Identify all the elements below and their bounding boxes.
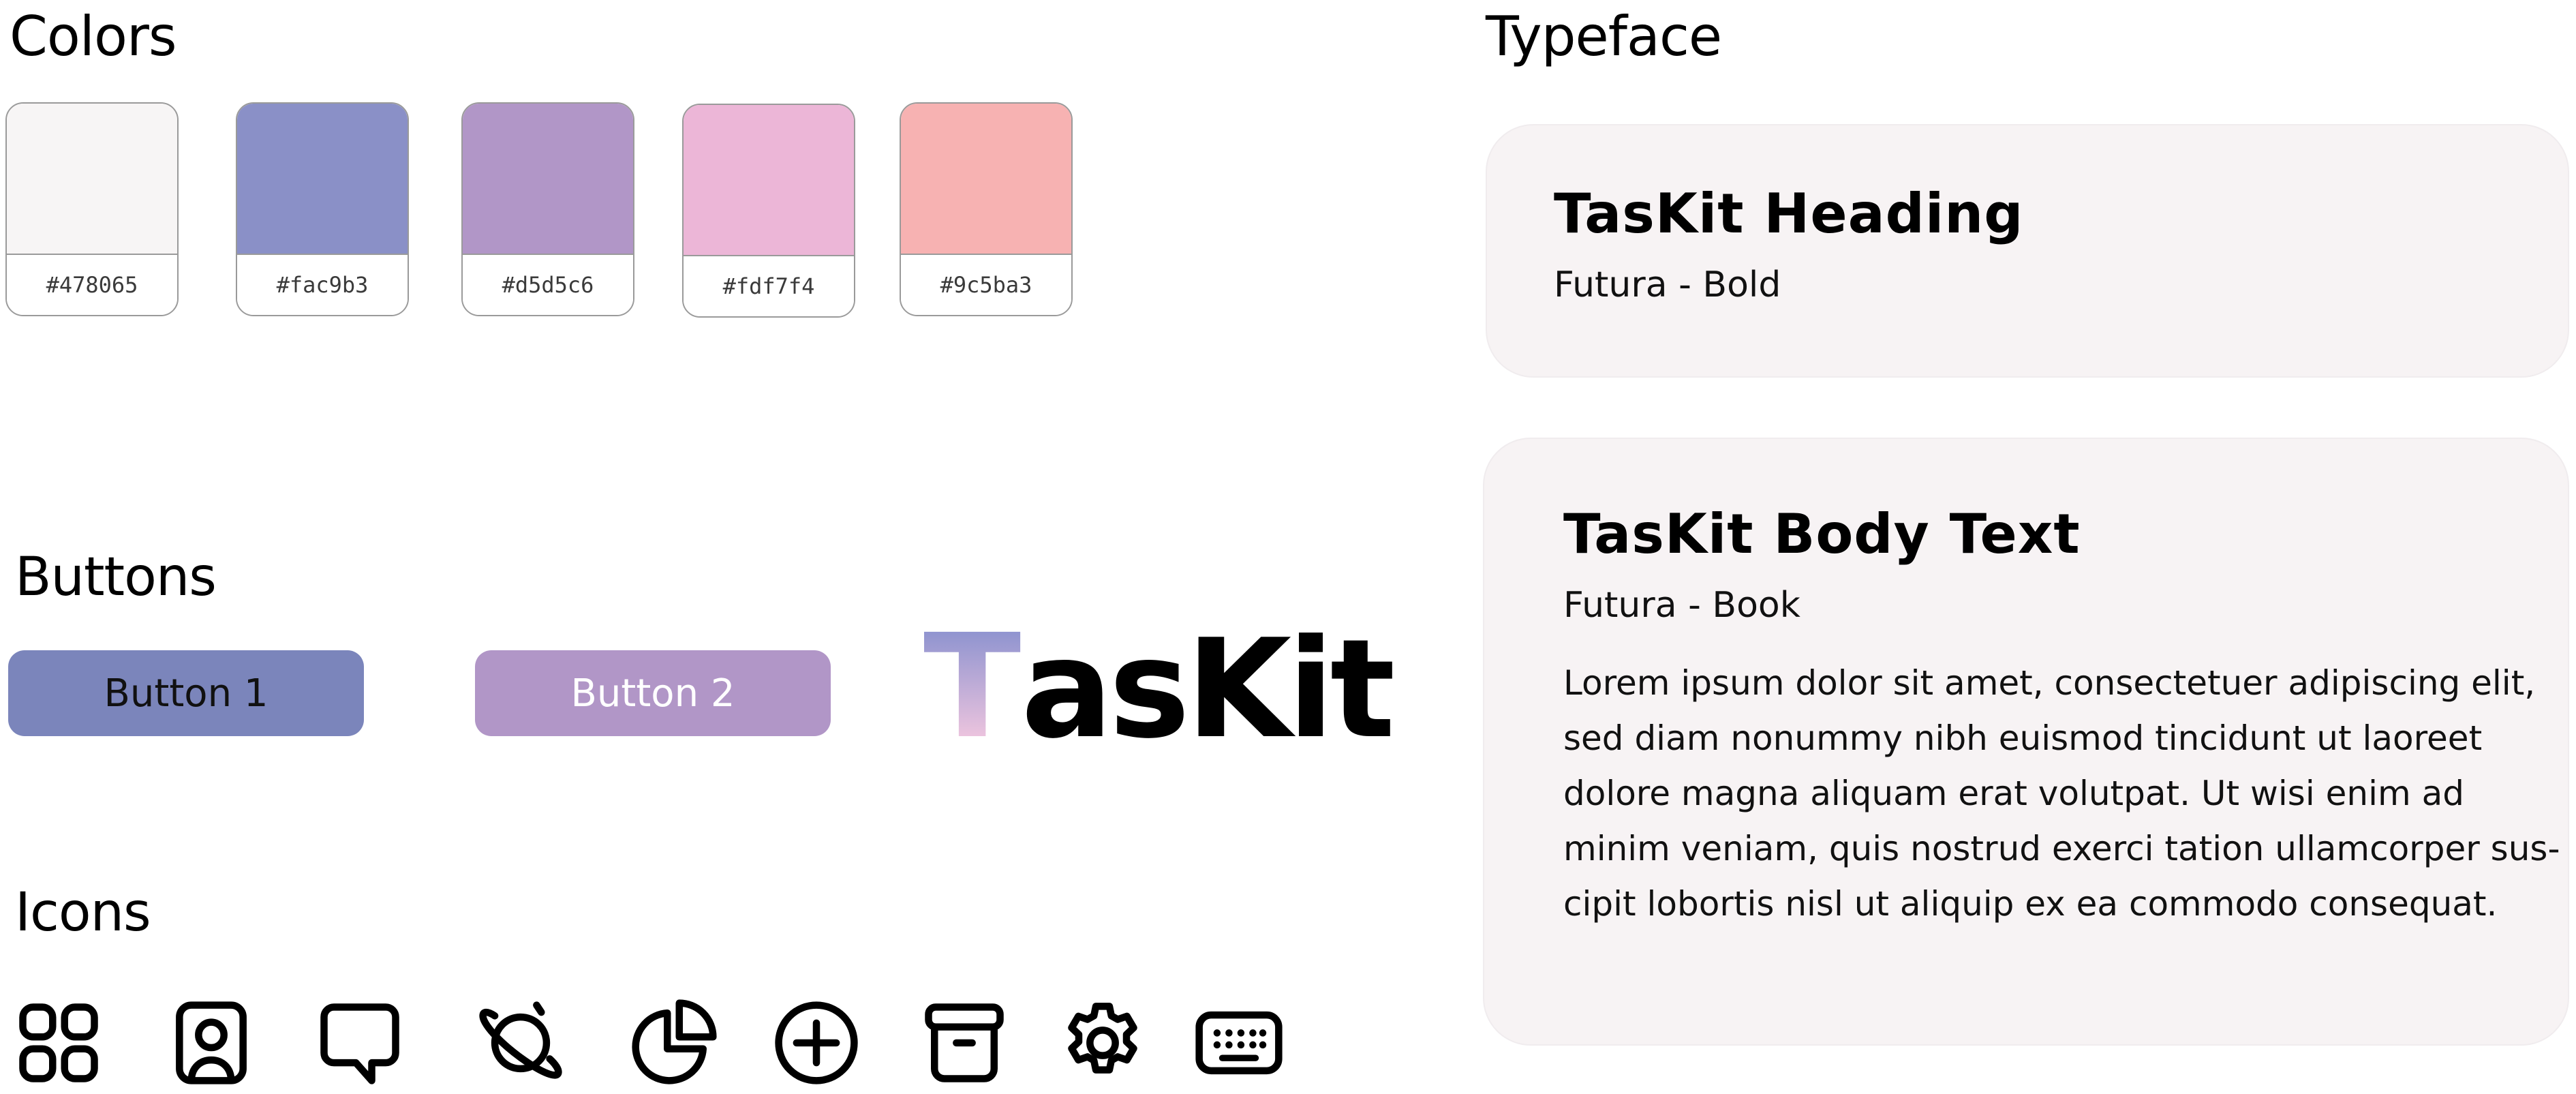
swatch-hex-label: #d5d5c6 [463, 254, 633, 315]
settings-icon[interactable] [1055, 995, 1150, 1091]
color-swatch-4[interactable]: #fdf7f4 [682, 104, 855, 318]
icons-heading: Icons [15, 882, 151, 943]
buttons-heading: Buttons [15, 547, 217, 608]
body-sample-line: Lorem ipsum dolor sit amet, consectetuer… [1563, 663, 2536, 703]
color-swatch-3[interactable]: #d5d5c6 [461, 102, 634, 316]
button-2[interactable]: Button 2 [475, 650, 831, 736]
body-heading-sample: TasKit Body Text [1563, 502, 2081, 566]
taskit-logo: TasKit [923, 603, 1395, 770]
color-swatch-1[interactable]: #478065 [5, 102, 179, 316]
swatch-hex-label: #fdf7f4 [684, 255, 854, 316]
planet-icon[interactable] [473, 995, 568, 1091]
logo-wordmark: asKit [1021, 610, 1395, 769]
body-sample-line: dolore magna aliquam erat volutpat. Ut w… [1563, 774, 2464, 813]
heading-sample: TasKit Heading [1554, 182, 2024, 245]
heading-typeface-card: TasKit Heading Futura - Bold [1486, 124, 2569, 378]
heading-font-name: Futura - Bold [1554, 264, 1781, 305]
swatch-hex-label: #fac9b3 [237, 254, 408, 315]
pie-chart-icon[interactable] [626, 995, 721, 1091]
archive-icon[interactable] [917, 995, 1012, 1091]
add-circle-icon[interactable] [769, 995, 864, 1091]
logo-gradient-letter: T [923, 603, 1022, 770]
swatch-hex-label: #478065 [7, 254, 177, 315]
contact-icon[interactable] [164, 995, 259, 1091]
swatch-color-fill [7, 104, 177, 258]
keyboard-icon[interactable] [1191, 995, 1287, 1091]
body-sample-line: cipit lobortis nisl ut aliquip ex ea com… [1563, 884, 2498, 924]
color-swatch-2[interactable]: #fac9b3 [236, 102, 409, 316]
body-font-name: Futura - Book [1563, 585, 1800, 626]
body-sample-paragraph: Lorem ipsum dolor sit amet, consectetuer… [1563, 656, 2572, 932]
button-1[interactable]: Button 1 [8, 650, 364, 736]
chat-icon[interactable] [312, 995, 408, 1091]
grid-icon[interactable] [11, 995, 106, 1091]
typeface-heading: Typeface [1486, 5, 1722, 68]
swatch-hex-label: #9c5ba3 [901, 254, 1071, 315]
swatch-color-fill [463, 104, 633, 258]
body-sample-line: minim veniam, quis nostrud exerci tation… [1563, 829, 2560, 868]
colors-heading: Colors [10, 5, 177, 68]
swatch-color-fill [901, 104, 1071, 258]
body-typeface-card: TasKit Body Text Futura - Book Lorem ips… [1483, 438, 2569, 1046]
color-swatch-5[interactable]: #9c5ba3 [900, 102, 1073, 316]
swatch-color-fill [237, 104, 408, 258]
body-sample-line: sed diam nonummy nibh euismod tincidunt … [1563, 718, 2483, 758]
swatch-color-fill [684, 105, 854, 259]
